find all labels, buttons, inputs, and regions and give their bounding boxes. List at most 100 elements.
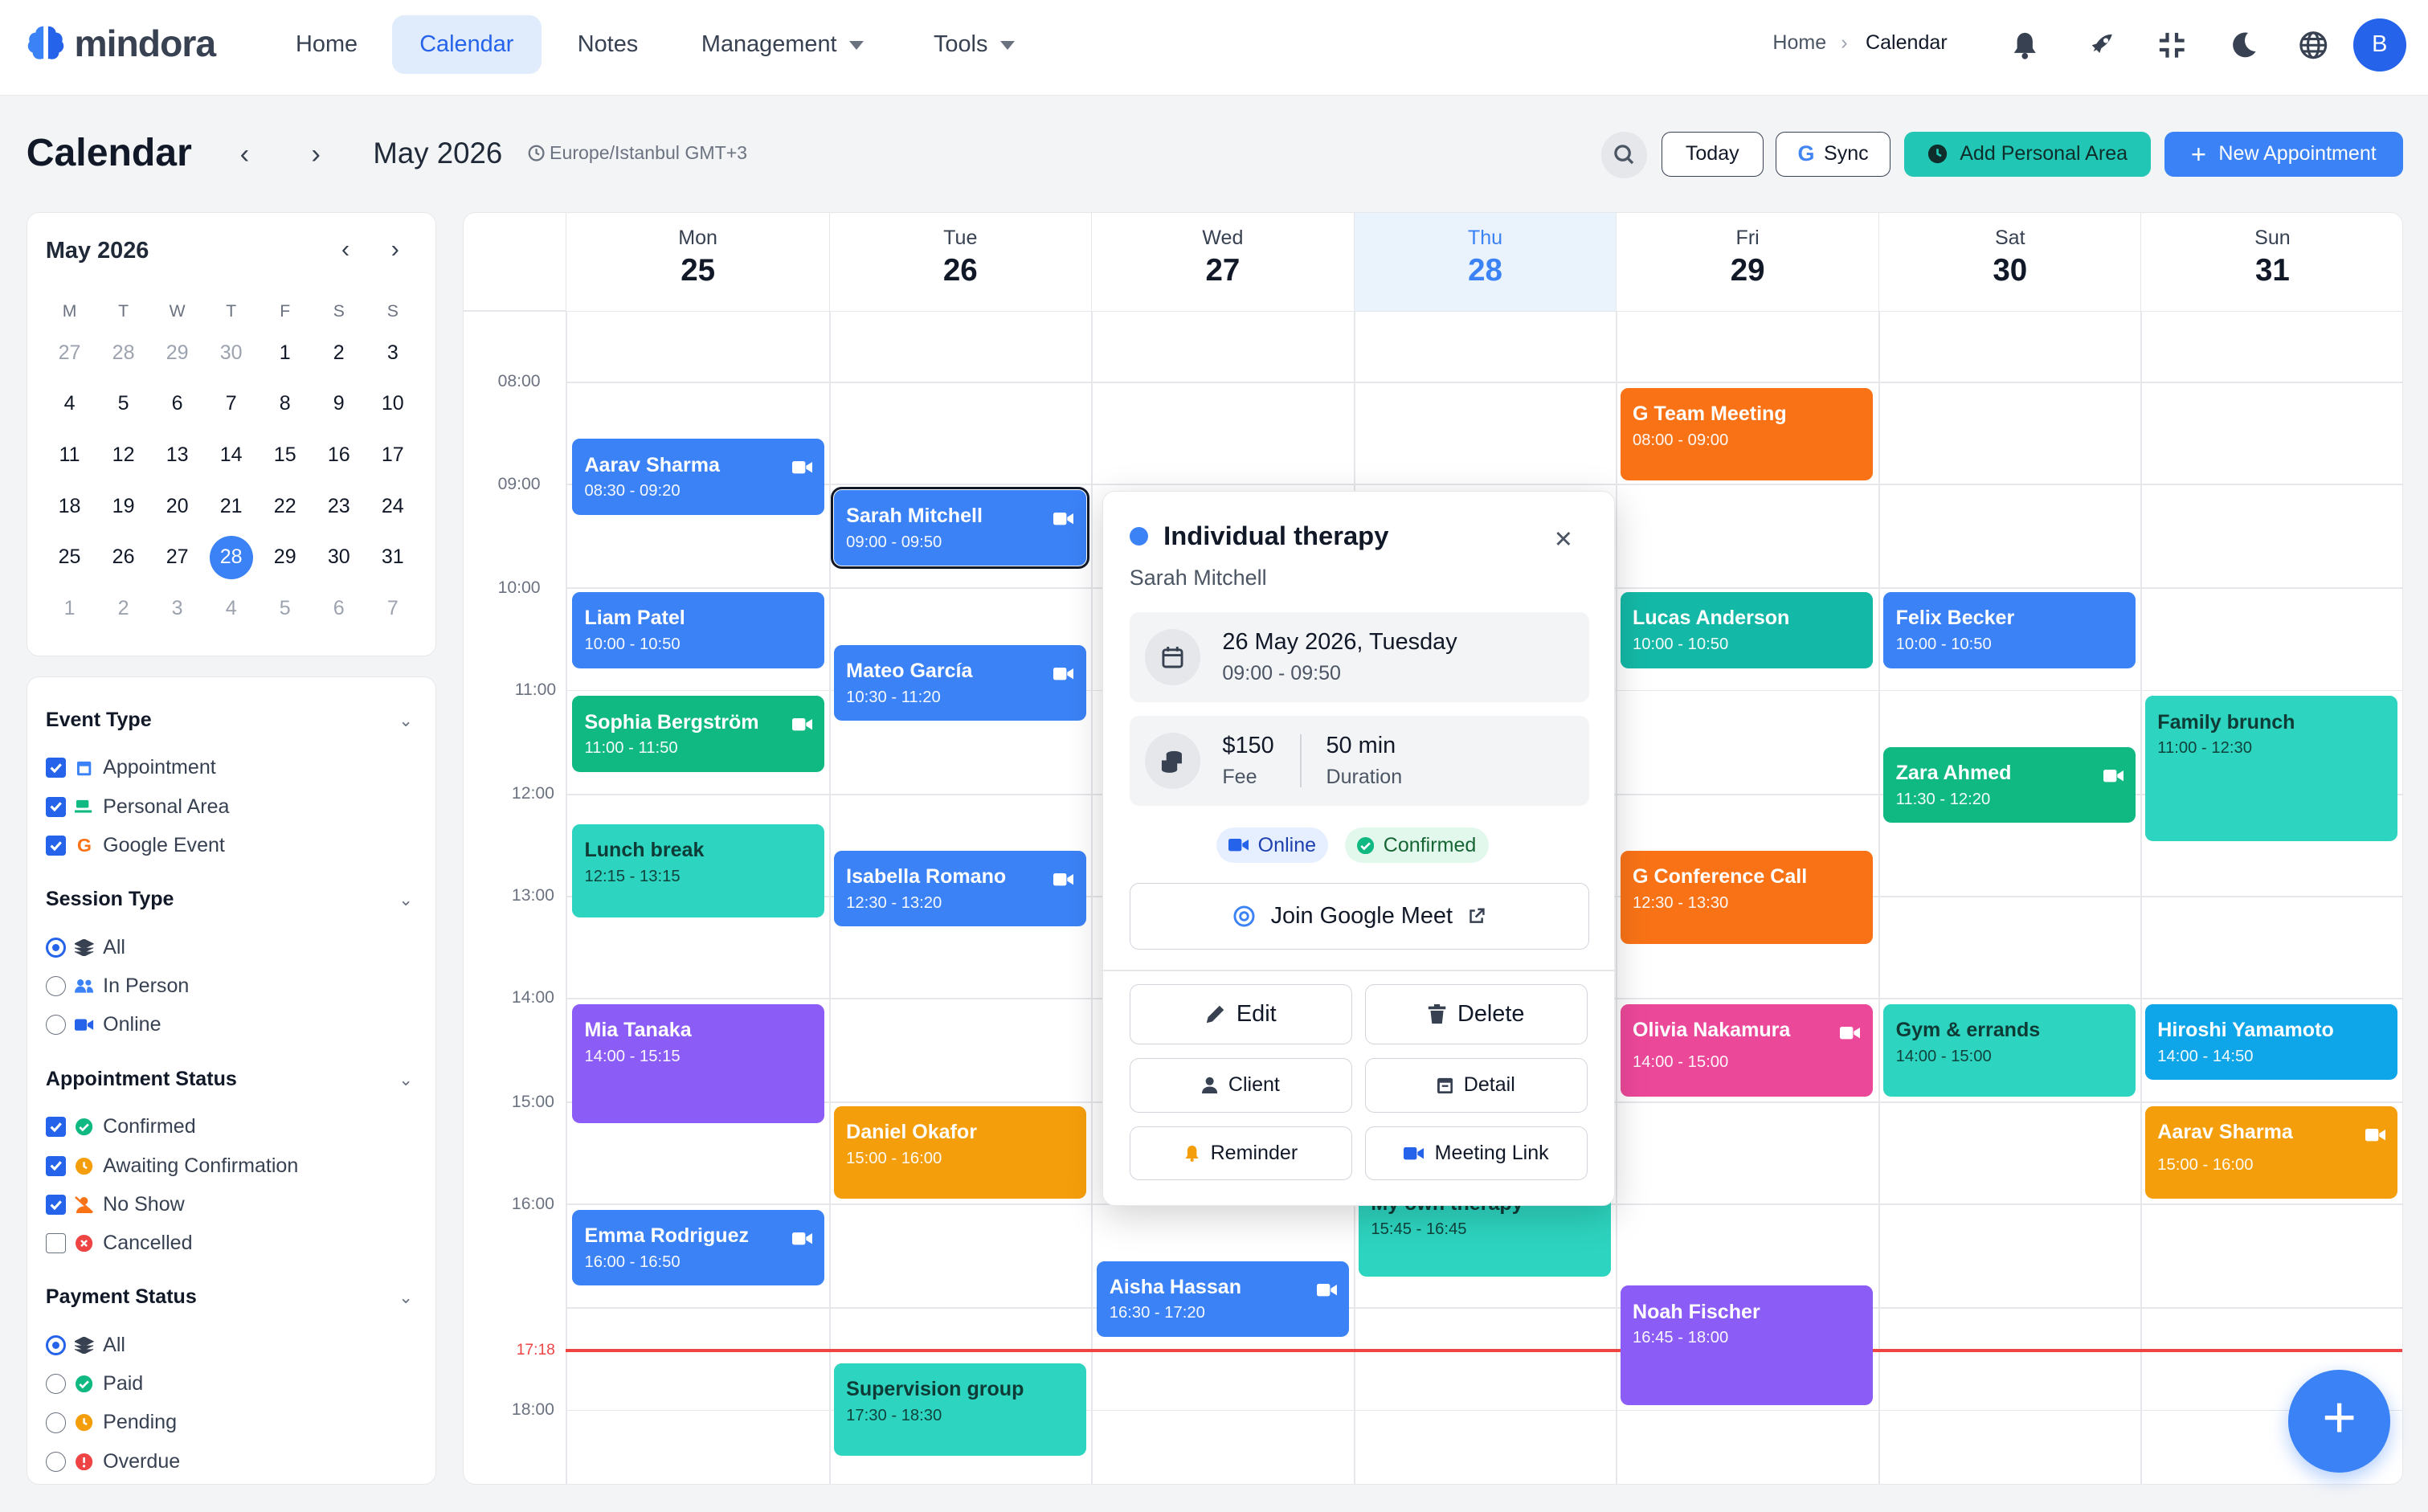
mini-day[interactable]: 1 bbox=[43, 597, 96, 620]
mini-day[interactable]: 22 bbox=[258, 495, 312, 518]
user-avatar[interactable]: B bbox=[2353, 18, 2406, 72]
mini-day[interactable]: 12 bbox=[96, 443, 150, 467]
day-header-sun[interactable]: Sun 31 bbox=[2140, 212, 2402, 313]
chevron-down-icon[interactable]: ⌄ bbox=[399, 1069, 413, 1090]
event-supervision-group[interactable]: Supervision group 17:30 - 18:30 bbox=[833, 1363, 1086, 1457]
event-lucas-anderson[interactable]: Lucas Anderson 10:00 - 10:50 bbox=[1620, 592, 1873, 668]
checkbox-checked[interactable] bbox=[45, 796, 66, 817]
today-button[interactable]: Today bbox=[1661, 131, 1764, 177]
mini-calendar-next-button[interactable]: › bbox=[391, 235, 399, 264]
edit-button[interactable]: Edit bbox=[1129, 983, 1353, 1044]
moon-icon[interactable] bbox=[2223, 25, 2263, 65]
mini-day[interactable]: 9 bbox=[312, 392, 366, 415]
prev-week-button[interactable]: ‹ bbox=[226, 137, 263, 174]
next-week-button[interactable]: › bbox=[297, 137, 334, 174]
mini-day[interactable]: 17 bbox=[366, 443, 419, 467]
filter-payment-pending[interactable]: Pending bbox=[45, 1411, 177, 1434]
join-google-meet-button[interactable]: Join Google Meet bbox=[1129, 883, 1590, 950]
event-hiroshi-yamamoto[interactable]: Hiroshi Yamamoto 14:00 - 14:50 bbox=[2144, 1003, 2397, 1081]
mini-day[interactable]: 26 bbox=[96, 546, 150, 569]
mini-day[interactable]: 18 bbox=[43, 495, 96, 518]
detail-button[interactable]: Detail bbox=[1364, 1058, 1588, 1113]
day-header-fri[interactable]: Fri 29 bbox=[1615, 212, 1879, 313]
event-daniel-okafor[interactable]: Daniel Okafor 15:00 - 16:00 bbox=[833, 1105, 1086, 1199]
event-sophia-bergstrom[interactable]: Sophia Bergström 11:00 - 11:50 bbox=[572, 696, 825, 772]
mini-day[interactable]: 8 bbox=[258, 392, 312, 415]
radio-selected[interactable] bbox=[45, 1335, 66, 1356]
payment-status-heading[interactable]: Payment Status bbox=[46, 1285, 197, 1309]
event-gym-errands[interactable]: Gym & errands 14:00 - 15:00 bbox=[1883, 1003, 2136, 1097]
appointment-status-heading[interactable]: Appointment Status bbox=[46, 1068, 237, 1091]
chevron-down-icon[interactable]: ⌄ bbox=[399, 1287, 413, 1308]
filter-session-online[interactable]: Online bbox=[45, 1013, 161, 1036]
event-family-brunch[interactable]: Family brunch 11:00 - 12:30 bbox=[2144, 696, 2397, 842]
event-sarah-mitchell[interactable]: Sarah Mitchell 09:00 - 09:50 bbox=[829, 485, 1090, 570]
radio[interactable] bbox=[45, 1374, 66, 1395]
checkbox-checked[interactable] bbox=[45, 835, 66, 856]
event-aisha-hassan[interactable]: Aisha Hassan 16:30 - 17:20 bbox=[1097, 1261, 1350, 1337]
event-lunch-break[interactable]: Lunch break 12:15 - 13:15 bbox=[572, 824, 825, 917]
nav-calendar[interactable]: Calendar bbox=[391, 15, 542, 75]
close-icon[interactable]: ✕ bbox=[1554, 525, 1573, 554]
filter-payment-all[interactable]: All bbox=[45, 1334, 125, 1357]
filter-appointment[interactable]: Appointment bbox=[45, 756, 216, 779]
fullscreen-exit-icon[interactable] bbox=[2152, 25, 2193, 65]
filter-status-awaiting[interactable]: Awaiting Confirmation bbox=[45, 1154, 298, 1178]
mini-day[interactable]: 21 bbox=[204, 495, 258, 518]
new-appointment-button[interactable]: + New Appointment bbox=[2164, 131, 2403, 177]
filter-status-confirmed[interactable]: Confirmed bbox=[45, 1115, 196, 1138]
radio[interactable] bbox=[45, 976, 66, 997]
checkbox-checked[interactable] bbox=[45, 758, 66, 778]
mini-day[interactable]: 23 bbox=[312, 495, 366, 518]
bell-icon[interactable] bbox=[2005, 25, 2045, 65]
nav-tools[interactable]: Tools bbox=[905, 15, 1042, 74]
mini-day[interactable]: 13 bbox=[150, 443, 204, 467]
mini-day[interactable]: 28 bbox=[96, 341, 150, 365]
mini-day[interactable]: 19 bbox=[96, 495, 150, 518]
mini-day[interactable]: 6 bbox=[312, 597, 366, 620]
mini-day[interactable]: 6 bbox=[150, 392, 204, 415]
nav-management[interactable]: Management bbox=[673, 15, 891, 74]
radio[interactable] bbox=[45, 1015, 66, 1036]
day-header-tue[interactable]: Tue 26 bbox=[828, 212, 1091, 313]
mini-day[interactable]: 2 bbox=[312, 341, 366, 365]
mini-day[interactable]: 14 bbox=[204, 443, 258, 467]
meeting-link-button[interactable]: Meeting Link bbox=[1364, 1126, 1588, 1181]
delete-button[interactable]: Delete bbox=[1364, 983, 1588, 1044]
mini-day[interactable]: 3 bbox=[366, 341, 419, 365]
mini-day[interactable]: 1 bbox=[258, 341, 312, 365]
filter-google-event[interactable]: G Google Event bbox=[45, 834, 225, 857]
filter-payment-overdue[interactable]: Overdue bbox=[45, 1450, 180, 1473]
event-felix-becker[interactable]: Felix Becker 10:00 - 10:50 bbox=[1883, 592, 2136, 668]
filter-session-all[interactable]: All bbox=[45, 936, 125, 959]
mini-day[interactable]: 4 bbox=[43, 392, 96, 415]
nav-notes[interactable]: Notes bbox=[550, 15, 666, 74]
floating-add-button[interactable]: + bbox=[2288, 1370, 2391, 1473]
mini-day[interactable]: 5 bbox=[258, 597, 312, 620]
nav-home[interactable]: Home bbox=[268, 15, 385, 74]
event-zara-ahmed[interactable]: Zara Ahmed 11:30 - 12:20 bbox=[1883, 746, 2136, 823]
event-aarav-sharma-sun[interactable]: Aarav Sharma 15:00 - 16:00 bbox=[2144, 1105, 2397, 1199]
mini-day[interactable]: 24 bbox=[366, 495, 419, 518]
mini-day[interactable]: 20 bbox=[150, 495, 204, 518]
event-mateo-garcia[interactable]: Mateo García 10:30 - 11:20 bbox=[833, 644, 1086, 721]
mini-day[interactable]: 16 bbox=[312, 443, 366, 467]
mini-day[interactable]: 10 bbox=[366, 392, 419, 415]
rocket-icon[interactable] bbox=[2081, 25, 2121, 65]
mini-day[interactable]: 2 bbox=[96, 597, 150, 620]
event-type-heading[interactable]: Event Type bbox=[46, 709, 152, 732]
day-header-sat[interactable]: Sat 30 bbox=[1878, 212, 2141, 313]
mini-day[interactable]: 30 bbox=[204, 341, 258, 365]
filter-session-in-person[interactable]: In Person bbox=[45, 975, 189, 998]
mini-calendar-prev-button[interactable]: ‹ bbox=[341, 235, 349, 264]
event-conference-call[interactable]: G Conference Call 12:30 - 13:30 bbox=[1620, 850, 1873, 944]
mini-day[interactable]: 31 bbox=[366, 546, 419, 569]
checkbox-checked[interactable] bbox=[45, 1194, 66, 1215]
day-header-wed[interactable]: Wed 27 bbox=[1090, 212, 1355, 313]
mini-day[interactable]: 15 bbox=[258, 443, 312, 467]
event-olivia-nakamura[interactable]: Olivia Nakamura 14:00 - 15:00 bbox=[1620, 1003, 1873, 1097]
search-button[interactable] bbox=[1600, 131, 1648, 178]
checkbox-checked[interactable] bbox=[45, 1117, 66, 1138]
mini-day[interactable]: 29 bbox=[258, 546, 312, 569]
mini-day[interactable]: 5 bbox=[96, 392, 150, 415]
